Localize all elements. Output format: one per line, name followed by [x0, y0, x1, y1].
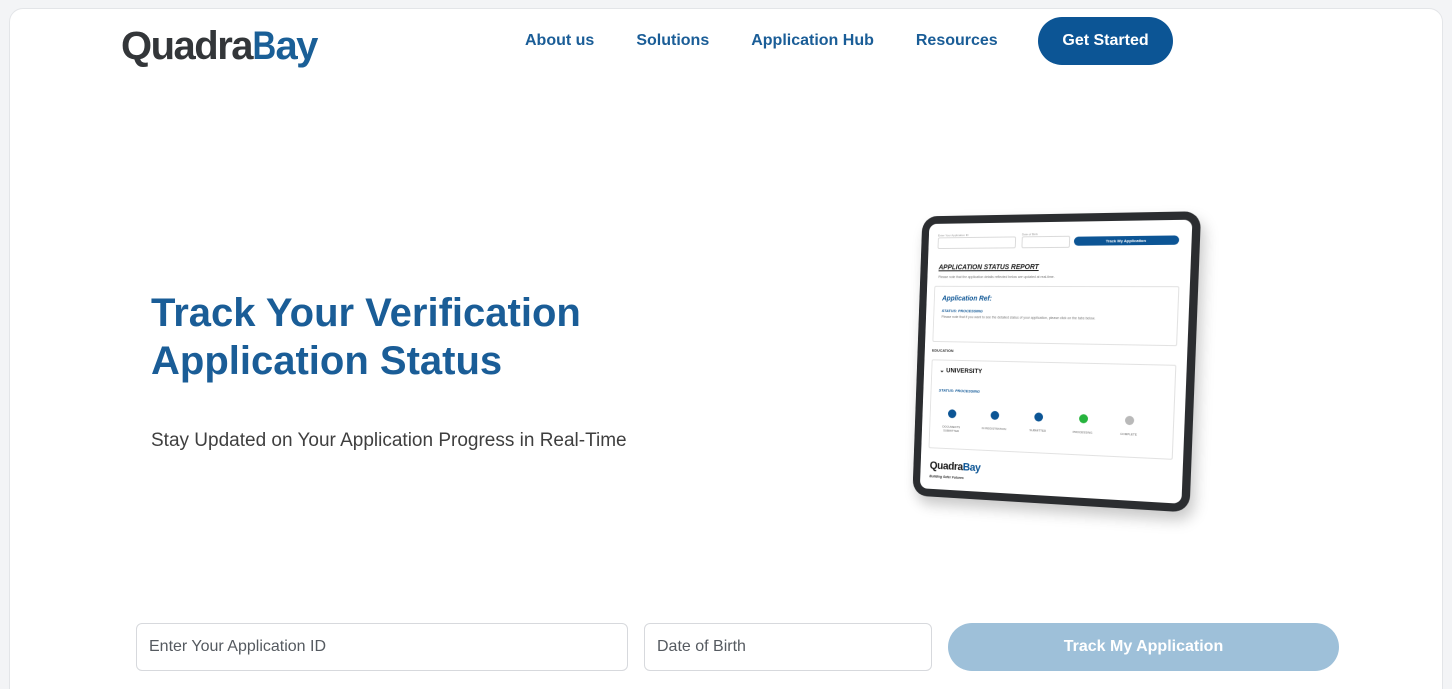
screen-report-note: Please note that the application details…	[938, 274, 1055, 280]
nav-application-hub[interactable]: Application Hub	[751, 32, 874, 50]
screen-step: COMPLETE	[1111, 411, 1146, 437]
screen-logo: QuadraBay	[929, 459, 981, 475]
screen-dob-field: Date of Birth	[1021, 232, 1071, 249]
step-progress-icon	[1078, 414, 1088, 424]
screen-report-title: APPLICATION STATUS REPORT	[938, 264, 1039, 272]
screen-ref-box: Application Ref: STATUS: PROCESSING Plea…	[932, 285, 1180, 347]
hero-title: Track Your Verification Application Stat…	[151, 291, 581, 383]
logo-text-prefix: Quadra	[121, 23, 254, 68]
screen-ref-label: Application Ref:	[941, 295, 992, 303]
nav-resources[interactable]: Resources	[916, 32, 998, 50]
page-container: Quadra Bay About us Solutions Application…	[9, 8, 1443, 689]
screen-step: PROCESSING	[1066, 410, 1100, 435]
screen-tagline: Building Safer Futures	[929, 474, 964, 481]
screen-id-field: Enter Your Application ID	[937, 232, 1017, 250]
step-check-icon	[947, 409, 956, 419]
get-started-button[interactable]: Get Started	[1038, 17, 1173, 65]
tablet-illustration: Enter Your Application ID Date of Birth …	[886, 206, 1202, 513]
hero-subtitle: Stay Updated on Your Application Progres…	[151, 430, 627, 451]
step-pending-icon	[1124, 415, 1134, 426]
step-check-icon	[990, 410, 999, 420]
logo-text-suffix: ay	[275, 23, 318, 68]
application-id-input[interactable]	[136, 623, 628, 671]
screen-university-label: ⌄ UNIVERSITY	[939, 367, 983, 376]
screen-step: IN REGISTRATION	[978, 406, 1011, 431]
tablet-device: Enter Your Application ID Date of Birth …	[912, 211, 1202, 513]
screen-track-button: Track My Application	[1073, 235, 1180, 246]
date-of-birth-input[interactable]	[644, 623, 932, 671]
screen-university-box: ⌄ UNIVERSITY STATUS: PROCESSING DOCUMENT…	[928, 359, 1177, 460]
screen-dob-input	[1021, 235, 1071, 249]
screen-education-tab: EDUCATION	[931, 347, 954, 354]
logo-b-mark-icon: B	[252, 23, 277, 68]
screen-status: STATUS: PROCESSING	[941, 308, 983, 314]
screen-step: SUBMITTED	[1021, 408, 1055, 433]
nav-solutions[interactable]: Solutions	[636, 32, 709, 50]
screen-university-status: STATUS: PROCESSING	[938, 387, 980, 394]
quadrabay-logo[interactable]: Quadra Bay	[121, 21, 318, 71]
screen-id-input	[937, 236, 1017, 250]
track-my-application-button[interactable]: Track My Application	[948, 623, 1339, 671]
screen-step: DOCUMENTS SUBMITTED	[935, 405, 967, 433]
step-check-icon	[1033, 412, 1043, 422]
screen-status-note: Please note that if you want to see the …	[941, 314, 1096, 321]
main-nav: About us Solutions Application Hub Resou…	[525, 31, 1040, 51]
nav-about-us[interactable]: About us	[525, 32, 594, 50]
tablet-screen: Enter Your Application ID Date of Birth …	[919, 219, 1193, 504]
